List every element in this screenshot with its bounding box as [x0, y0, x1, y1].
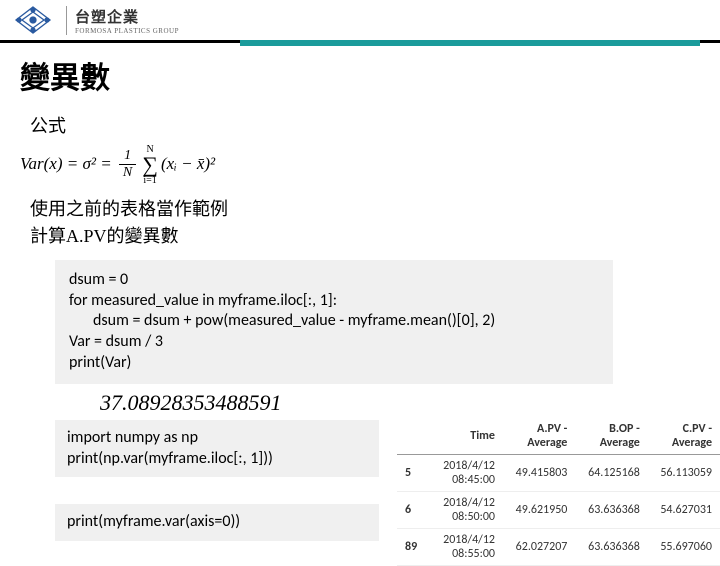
code-line: print(np.var(myframe.iloc[:, 1])) — [67, 449, 367, 470]
code-line: dsum = 0 — [69, 270, 599, 291]
output-value: 37.08928353488591 — [100, 390, 720, 416]
company-logo-icon — [8, 4, 58, 36]
formula-label: 公式 — [30, 112, 720, 138]
code-line: import numpy as np — [67, 428, 367, 449]
code-block-1: dsum = 0 for measured_value in myframe.i… — [55, 260, 613, 384]
brand-subtext: FORMOSA PLASTICS GROUP — [75, 27, 179, 35]
desc-line-2: 計算A.PV的變異數 — [30, 223, 720, 250]
description: 使用之前的表格當作範例 計算A.PV的變異數 — [30, 196, 720, 250]
desc-line-1: 使用之前的表格當作範例 — [30, 196, 720, 223]
page-title: 變異數 — [20, 53, 720, 97]
brand-text: 台塑企業 — [75, 6, 179, 27]
code-line: Var = dsum / 3 — [69, 332, 599, 353]
code-line: print(Var) — [69, 353, 599, 374]
company-name: 台塑企業 FORMOSA PLASTICS GROUP — [66, 6, 179, 35]
accent-bar — [240, 40, 700, 46]
code-line: for measured_value in myframe.iloc[:, 1]… — [69, 291, 599, 312]
table-row: 52018/4/12 08:45:0049.41580364.12516856.… — [397, 454, 720, 491]
code-line: print(myframe.var(axis=0)) — [67, 512, 367, 533]
table-row: 62018/4/12 08:50:0049.62195063.63636854.… — [397, 491, 720, 528]
table-row: 892018/4/12 08:55:0062.02720763.63636855… — [397, 528, 720, 565]
header: 台塑企業 FORMOSA PLASTICS GROUP — [0, 0, 720, 43]
code-block-2: import numpy as np print(np.var(myframe.… — [55, 420, 379, 478]
code-col: import numpy as np print(np.var(myframe.… — [55, 418, 379, 541]
code-block-3: print(myframe.var(axis=0)) — [55, 504, 379, 541]
variance-formula: Var(x) = σ² = 1NN∑i=1(xᵢ − x̄)² — [20, 144, 720, 186]
table-header-row: TimeA.PV - AverageB.OP - AverageC.PV - A… — [397, 418, 720, 455]
code-line: dsum = dsum + pow(measured_value - myfra… — [69, 311, 599, 332]
data-table: TimeA.PV - AverageB.OP - AverageC.PV - A… — [397, 418, 720, 566]
